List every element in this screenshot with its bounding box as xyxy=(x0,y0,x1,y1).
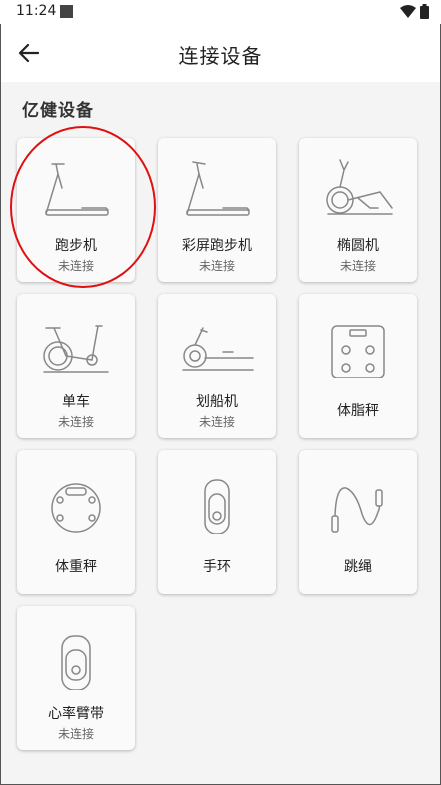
page-title: 连接设备 xyxy=(178,44,263,68)
rowing-machine-icon xyxy=(182,327,254,371)
device-name: 划船机 xyxy=(196,394,238,410)
device-status: 未连接 xyxy=(198,259,235,273)
device-card-rowing-machine[interactable]: 划船机 未连接 xyxy=(158,294,276,438)
device-card-treadmill[interactable]: 跑步机 未连接 xyxy=(17,138,135,282)
device-card-weight-scale[interactable]: 体重秤 xyxy=(17,450,135,594)
status-time: 11:24 xyxy=(16,3,57,19)
app-bar: 连接设备 xyxy=(0,24,441,82)
device-name: 跑步机 xyxy=(55,238,97,254)
device-card-color-screen-treadmill[interactable]: 彩屏跑步机 未连接 xyxy=(158,138,276,282)
heart-rate-armband-icon xyxy=(61,635,91,690)
device-name: 体重秤 xyxy=(55,559,97,575)
device-name: 单车 xyxy=(62,394,90,410)
device-card-body-fat-scale[interactable]: 体脂秤 xyxy=(299,294,417,438)
wifi-icon xyxy=(400,4,416,18)
bike-icon xyxy=(43,325,109,373)
device-name: 手环 xyxy=(203,559,231,575)
device-card-jump-rope[interactable]: 跳绳 xyxy=(299,450,417,594)
jump-rope-icon xyxy=(331,487,383,533)
device-name: 彩屏跑步机 xyxy=(182,238,252,254)
wristband-icon xyxy=(204,479,230,534)
body-fat-scale-icon xyxy=(331,325,385,378)
device-name: 跳绳 xyxy=(344,559,372,575)
device-status: 未连接 xyxy=(57,259,94,273)
weight-scale-icon xyxy=(51,483,101,533)
status-bar: 11:24 xyxy=(0,0,441,24)
device-name: 体脂秤 xyxy=(337,403,379,419)
device-card-wristband[interactable]: 手环 xyxy=(158,450,276,594)
device-card-heart-rate-armband[interactable]: 心率臂带 未连接 xyxy=(17,606,135,750)
treadmill-icon xyxy=(45,163,109,216)
frame-left-edge xyxy=(0,24,1,785)
treadmill-icon xyxy=(186,161,250,216)
device-status: 未连接 xyxy=(339,259,376,273)
device-status: 未连接 xyxy=(198,415,235,429)
device-card-bike[interactable]: 单车 未连接 xyxy=(17,294,135,438)
battery-icon xyxy=(420,4,429,19)
device-name: 椭圆机 xyxy=(337,238,379,254)
device-status: 未连接 xyxy=(57,415,94,429)
status-icons xyxy=(400,4,429,19)
section-title: 亿健设备 xyxy=(22,101,94,121)
notification-icon xyxy=(60,5,73,18)
device-status: 未连接 xyxy=(57,727,94,741)
elliptical-icon xyxy=(326,159,393,215)
device-card-elliptical[interactable]: 椭圆机 未连接 xyxy=(299,138,417,282)
device-name: 心率臂带 xyxy=(48,706,104,722)
